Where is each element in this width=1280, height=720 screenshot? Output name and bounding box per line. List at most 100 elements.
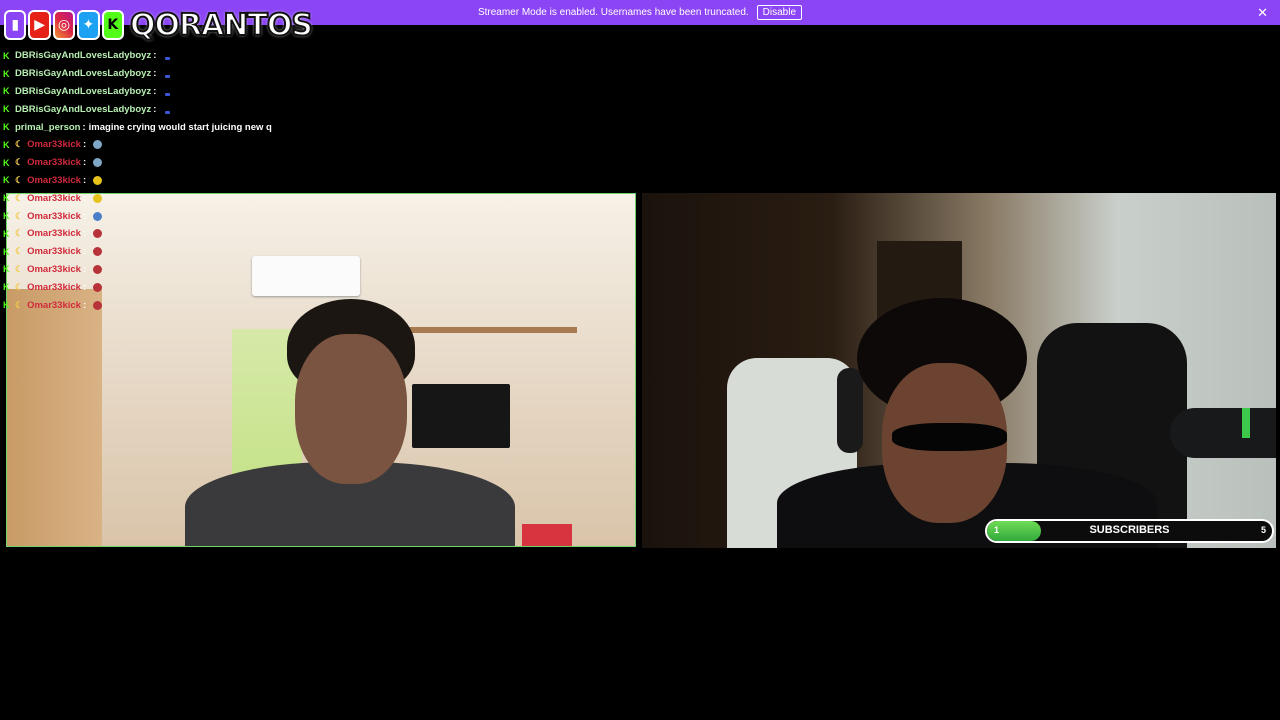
streamer-camera-feed (642, 193, 1276, 548)
banana-badge-icon: ☾ (15, 228, 24, 239)
twitter-icon: ✦ (77, 10, 100, 40)
banana-badge-icon: ☾ (15, 281, 24, 292)
chat-message: K ☾ Omar33kick : (3, 225, 403, 243)
chat-message: K ☾ Omar33kick : (3, 261, 403, 279)
banana-badge-icon: ☾ (15, 210, 24, 221)
chat-username: Omar33kick (27, 192, 81, 204)
emote-icon (165, 75, 171, 79)
chat-username: Omar33kick (27, 210, 81, 222)
emote-icon (93, 211, 103, 221)
emote-icon (93, 175, 103, 185)
chat-separator: : (82, 299, 87, 311)
chat-username: primal_person (15, 121, 81, 133)
chat-username: Omar33kick (27, 246, 81, 258)
microphone (1170, 408, 1276, 458)
close-icon[interactable]: ✕ (1257, 5, 1268, 21)
banana-badge-icon: ☾ (15, 246, 24, 257)
twitch-icon: ▮ (4, 10, 27, 40)
kick-badge-icon: K (3, 157, 10, 168)
channel-logo: ▮ ▶ ◎ ✦ K QORANTOS (4, 3, 314, 47)
emote-icon (93, 300, 103, 310)
chat-separator: : (82, 121, 86, 133)
emote-icon (93, 140, 103, 150)
banner-text: Streamer Mode is enabled. Usernames have… (477, 7, 749, 18)
banana-badge-icon: ☾ (15, 157, 24, 168)
chat-separator: : (153, 85, 157, 97)
emote-icon (165, 110, 171, 114)
television (412, 384, 510, 448)
sunglasses (892, 423, 1007, 451)
youtube-icon: ▶ (28, 10, 51, 40)
kick-badge-icon: K (3, 50, 10, 61)
guest-face (295, 334, 407, 484)
chat-message: K ☾ Omar33kick : (3, 154, 403, 172)
kick-badge-icon: K (3, 246, 10, 257)
chat-username: Omar33kick (27, 174, 81, 186)
banana-badge-icon: ☾ (15, 299, 24, 310)
chat-message: K primal_person : imagine crying would s… (3, 118, 403, 136)
chat-message: K ☾ Omar33kick : (3, 278, 403, 296)
kick-badge-icon: K (3, 211, 10, 222)
chat-separator: : (82, 174, 87, 186)
chat-separator: : (153, 68, 157, 80)
chat-username: DBRisGayAndLovesLadyboyz (15, 85, 152, 97)
kick-badge-icon: K (3, 300, 10, 311)
chat-separator: : (82, 210, 87, 222)
emote-icon (165, 57, 171, 61)
chat-message: K DBRisGayAndLovesLadyboyz : (3, 83, 403, 101)
chat-separator: : (82, 157, 87, 169)
chat-separator: : (82, 228, 87, 240)
chat-username: Omar33kick (27, 281, 81, 293)
emote-icon (93, 247, 103, 257)
chat-message: K ☾ Omar33kick : (3, 172, 403, 190)
kick-badge-icon: K (3, 175, 10, 186)
chat-username: Omar33kick (27, 263, 81, 275)
instagram-icon: ◎ (52, 10, 76, 40)
disable-button[interactable]: Disable (756, 5, 803, 20)
kick-badge-icon: K (3, 68, 10, 79)
microphone-led (1242, 408, 1250, 438)
chat-message: K DBRisGayAndLovesLadyboyz : (3, 65, 403, 83)
channel-name: QORANTOS (129, 7, 314, 44)
chat-username: Omar33kick (27, 228, 81, 240)
chat-message: K ☾ Omar33kick : (3, 189, 403, 207)
chat-separator: : (82, 281, 87, 293)
kick-badge-icon: K (3, 193, 10, 204)
kick-icon: K (101, 10, 124, 40)
banana-badge-icon: ☾ (15, 263, 24, 274)
subscriber-label: SUBSCRIBERS (1089, 524, 1170, 536)
chat-username: Omar33kick (27, 299, 81, 311)
wood-wall (7, 289, 102, 546)
shelf (407, 327, 577, 333)
emote-icon (93, 282, 103, 292)
chat-text: imagine crying would start juicing new q (88, 121, 272, 133)
kick-badge-icon: K (3, 86, 10, 97)
emote-icon (93, 229, 103, 239)
chat-username: DBRisGayAndLovesLadyboyz (15, 68, 152, 80)
chat-message: K ☾ Omar33kick : (3, 207, 403, 225)
chat-message: K ☾ Omar33kick : (3, 296, 403, 314)
kick-badge-icon: K (3, 282, 10, 293)
chat-separator: : (82, 246, 87, 258)
subscriber-goal: 5 (1260, 525, 1266, 535)
chat-message: K DBRisGayAndLovesLadyboyz : (3, 47, 403, 65)
chat-username: Omar33kick (27, 157, 81, 169)
chat-message: K ☾ Omar33kick : (3, 136, 403, 154)
banana-badge-icon: ☾ (15, 139, 24, 150)
emote-icon (93, 158, 103, 168)
emote-icon (165, 92, 171, 96)
chat-overlay: K DBRisGayAndLovesLadyboyz : K DBRisGayA… (3, 47, 403, 314)
chat-separator: : (82, 192, 87, 204)
chat-separator: : (82, 139, 87, 151)
emote-icon (93, 193, 103, 203)
subscriber-goal-bar: 1 SUBSCRIBERS 5 (985, 519, 1274, 543)
emote-icon (93, 264, 103, 274)
chat-username: DBRisGayAndLovesLadyboyz (15, 103, 152, 115)
chat-separator: : (82, 263, 87, 275)
kick-badge-icon: K (3, 104, 10, 115)
chat-separator: : (153, 103, 157, 115)
banana-badge-icon: ☾ (15, 192, 24, 203)
kick-badge-icon: K (3, 139, 10, 150)
kick-badge-icon: K (3, 264, 10, 275)
chat-message: K ☾ Omar33kick : (3, 243, 403, 261)
